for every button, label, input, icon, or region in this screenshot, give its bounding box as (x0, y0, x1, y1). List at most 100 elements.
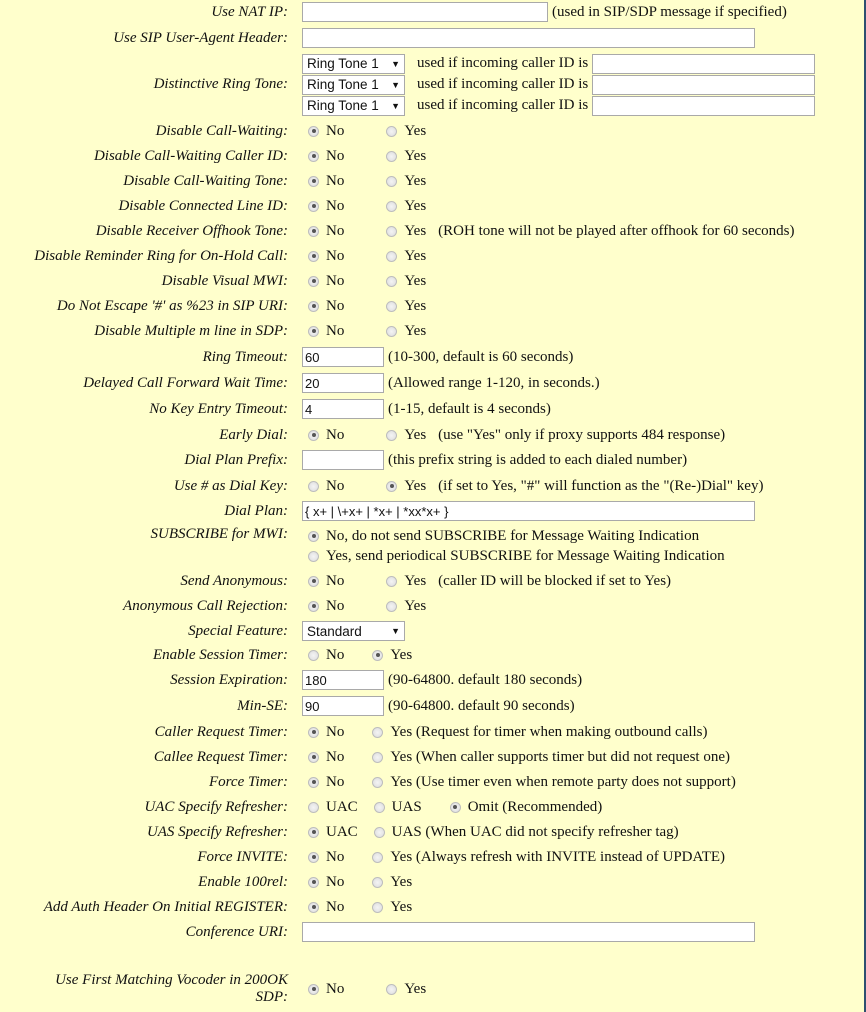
radio-checked-icon[interactable] (308, 901, 319, 913)
radio-checked-icon[interactable] (308, 726, 319, 738)
ring-caller-id-input-1[interactable] (592, 53, 816, 74)
radio-checked-icon[interactable] (308, 751, 319, 763)
radio-checked-icon[interactable] (308, 600, 319, 612)
session-expiration-input[interactable] (302, 670, 384, 690)
radio-unchecked-icon[interactable] (386, 225, 398, 237)
disable-reminder-ring-no[interactable]: No (308, 248, 344, 265)
radio-checked-icon[interactable] (308, 250, 319, 262)
radio-checked-icon[interactable] (308, 325, 319, 337)
ring-tone-select-2[interactable]: Ring Tone 1 ▼ (302, 74, 405, 95)
radio-unchecked-icon[interactable] (372, 851, 384, 863)
radio-checked-icon[interactable] (372, 649, 384, 661)
anon-call-rejection-no[interactable]: No (308, 598, 344, 615)
radio-checked-icon[interactable] (308, 150, 319, 162)
use-hash-dial-no[interactable]: No (308, 478, 344, 495)
early-dial-no[interactable]: No (308, 427, 344, 444)
disable-cw-tone-no[interactable]: No (308, 173, 344, 190)
radio-checked-icon[interactable] (308, 851, 319, 863)
uac-refresher-uas[interactable]: UAS (373, 799, 422, 816)
force-timer-yes[interactable]: Yes (Use timer even when remote party do… (372, 774, 736, 791)
do-not-escape-yes[interactable]: Yes (386, 298, 426, 315)
special-feature-select[interactable]: Standard ▼ (302, 621, 405, 641)
radio-unchecked-icon[interactable] (386, 983, 398, 995)
disable-call-waiting-yes[interactable]: Yes (386, 123, 426, 140)
disable-connected-line-no[interactable]: No (308, 198, 344, 215)
radio-checked-icon[interactable] (308, 983, 319, 995)
radio-checked-icon[interactable] (449, 801, 461, 813)
disable-reminder-ring-yes[interactable]: Yes (386, 248, 426, 265)
min-se-input[interactable] (302, 696, 384, 716)
radio-checked-icon[interactable] (308, 300, 319, 312)
send-anonymous-yes[interactable]: Yes (386, 573, 426, 590)
radio-checked-icon[interactable] (308, 776, 319, 788)
disable-roh-tone-no[interactable]: No (308, 223, 344, 240)
radio-unchecked-icon[interactable] (386, 325, 398, 337)
radio-unchecked-icon[interactable] (386, 200, 398, 212)
first-matching-vocoder-yes[interactable]: Yes (386, 981, 426, 998)
uac-refresher-uac[interactable]: UAC (308, 799, 358, 816)
disable-roh-tone-yes[interactable]: Yes (386, 223, 426, 240)
enable-100rel-yes[interactable]: Yes (372, 874, 412, 891)
conference-uri-input[interactable] (302, 922, 755, 942)
sip-user-agent-input[interactable] (302, 28, 755, 48)
radio-unchecked-icon[interactable] (386, 300, 398, 312)
callee-request-timer-yes[interactable]: Yes (When caller supports timer but did … (372, 749, 730, 766)
add-auth-header-no[interactable]: No (308, 899, 344, 916)
ring-timeout-input[interactable] (302, 347, 384, 367)
anon-call-rejection-yes[interactable]: Yes (386, 598, 426, 615)
radio-unchecked-icon[interactable] (386, 429, 398, 441)
disable-visual-mwi-yes[interactable]: Yes (386, 273, 426, 290)
radio-unchecked-icon[interactable] (373, 801, 385, 813)
radio-checked-icon[interactable] (308, 175, 319, 187)
radio-unchecked-icon[interactable] (386, 125, 398, 137)
delayed-cf-wait-input[interactable] (302, 373, 384, 393)
radio-checked-icon[interactable] (308, 225, 319, 237)
enable-session-timer-yes[interactable]: Yes (372, 647, 412, 664)
uac-refresher-omit[interactable]: Omit (Recommended) (449, 799, 602, 816)
enable-session-timer-no[interactable]: No (308, 647, 344, 664)
radio-checked-icon[interactable] (308, 429, 319, 441)
radio-unchecked-icon[interactable] (372, 751, 384, 763)
force-invite-yes[interactable]: Yes (Always refresh with INVITE instead … (372, 849, 725, 866)
disable-multiple-m-no[interactable]: No (308, 323, 344, 340)
radio-unchecked-icon[interactable] (386, 175, 398, 187)
radio-unchecked-icon[interactable] (373, 826, 385, 838)
callee-request-timer-no[interactable]: No (308, 749, 344, 766)
radio-unchecked-icon[interactable] (372, 726, 384, 738)
enable-100rel-no[interactable]: No (308, 874, 344, 891)
radio-unchecked-icon[interactable] (372, 901, 384, 913)
disable-multiple-m-yes[interactable]: Yes (386, 323, 426, 340)
radio-checked-icon[interactable] (386, 480, 398, 492)
first-matching-vocoder-no[interactable]: No (308, 981, 344, 998)
radio-unchecked-icon[interactable] (308, 480, 319, 492)
radio-checked-icon[interactable] (308, 575, 319, 587)
no-key-entry-input[interactable] (302, 399, 384, 419)
add-auth-header-yes[interactable]: Yes (372, 899, 412, 916)
ring-tone-select-3[interactable]: Ring Tone 1 ▼ (302, 95, 405, 116)
early-dial-yes[interactable]: Yes (386, 427, 426, 444)
radio-checked-icon[interactable] (308, 826, 319, 838)
radio-unchecked-icon[interactable] (386, 600, 398, 612)
dial-plan-prefix-input[interactable] (302, 450, 384, 470)
radio-checked-icon[interactable] (308, 200, 319, 212)
radio-unchecked-icon[interactable] (372, 876, 384, 888)
radio-unchecked-icon[interactable] (386, 275, 398, 287)
caller-request-timer-no[interactable]: No (308, 724, 344, 741)
ring-tone-select-1[interactable]: Ring Tone 1 ▼ (302, 53, 405, 74)
radio-checked-icon[interactable] (308, 876, 319, 888)
disable-connected-line-yes[interactable]: Yes (386, 198, 426, 215)
radio-unchecked-icon[interactable] (308, 649, 319, 661)
radio-checked-icon[interactable] (308, 275, 319, 287)
radio-unchecked-icon[interactable] (386, 575, 398, 587)
do-not-escape-no[interactable]: No (308, 298, 344, 315)
disable-visual-mwi-no[interactable]: No (308, 273, 344, 290)
disable-cw-caller-id-no[interactable]: No (308, 148, 344, 165)
subscribe-mwi-no[interactable]: No, do not send SUBSCRIBE for Message Wa… (308, 526, 725, 546)
radio-unchecked-icon[interactable] (308, 801, 319, 813)
ring-caller-id-input-3[interactable] (592, 95, 816, 116)
use-hash-dial-yes[interactable]: Yes (386, 478, 426, 495)
radio-unchecked-icon[interactable] (386, 150, 398, 162)
disable-cw-tone-yes[interactable]: Yes (386, 173, 426, 190)
disable-cw-caller-id-yes[interactable]: Yes (386, 148, 426, 165)
force-timer-no[interactable]: No (308, 774, 344, 791)
